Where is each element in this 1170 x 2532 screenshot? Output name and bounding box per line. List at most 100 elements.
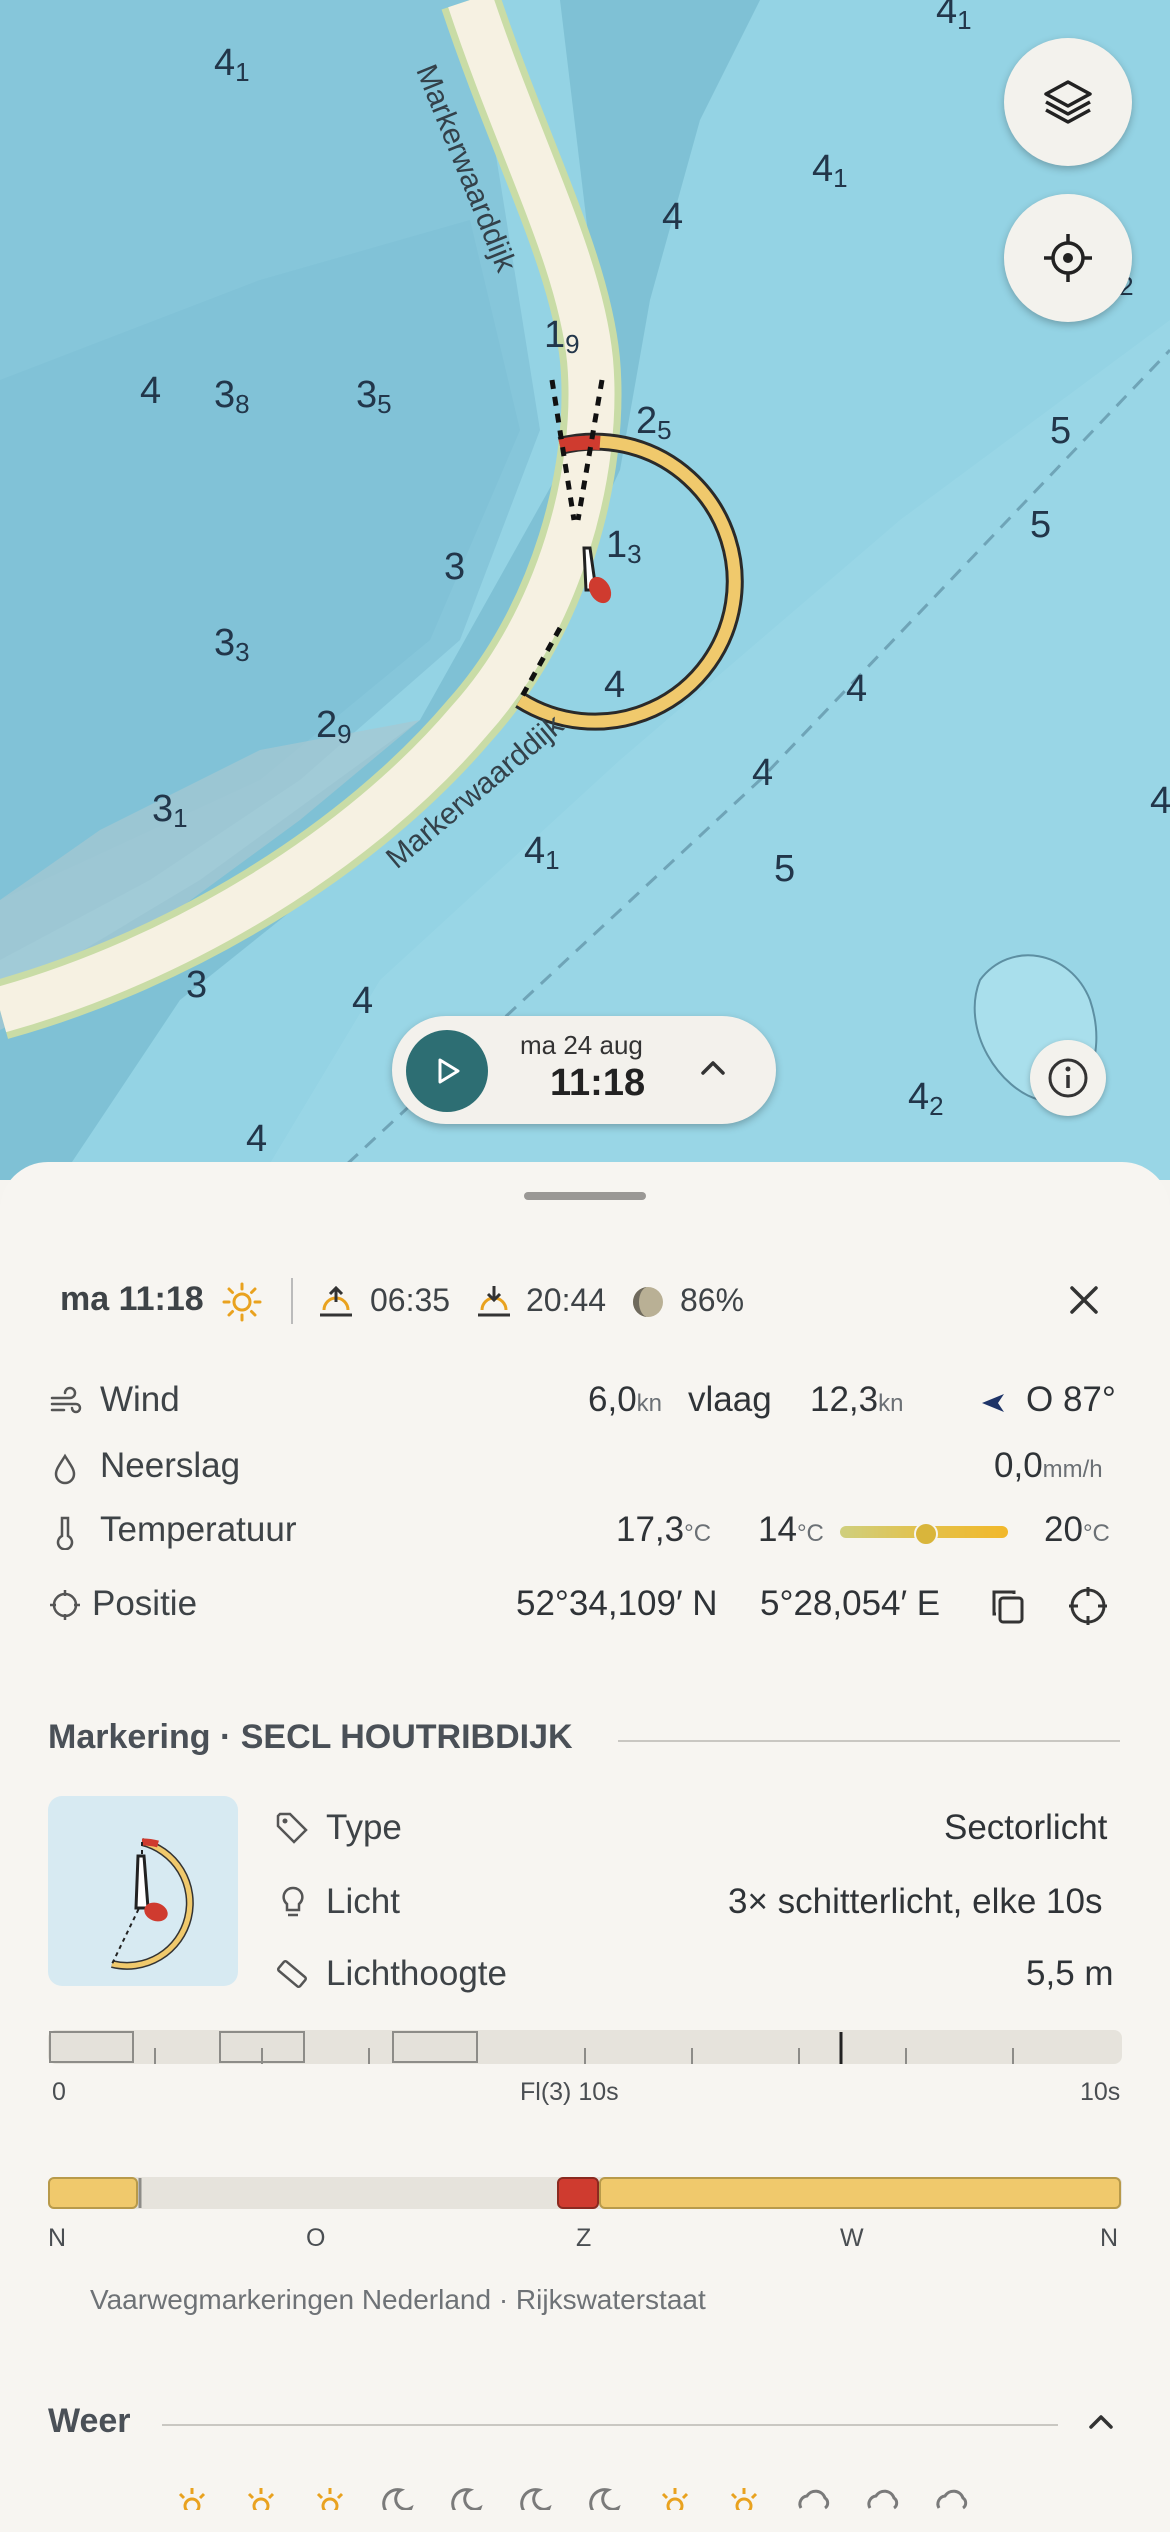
- marker-thumbnail: [48, 1796, 238, 1986]
- depth-sounding: 41: [936, 0, 972, 35]
- marker-section-title: Markering · SECL HOUTRIBDIJK: [48, 1718, 573, 1756]
- compass-label: O: [306, 2224, 326, 2252]
- position-lat: 52°34,109′ N: [516, 1584, 718, 1623]
- header-divider: [291, 1278, 293, 1324]
- tag-icon: [276, 1812, 308, 1844]
- depth-sounding: 4: [662, 196, 684, 238]
- depth-sounding: 4: [846, 668, 868, 710]
- header-time: ma 11:18: [60, 1280, 204, 1318]
- light-character-timeline: [48, 2030, 1122, 2064]
- depth-sounding: 13: [606, 524, 642, 569]
- marker-height-value: 5,5 m: [1026, 1954, 1114, 1993]
- depth-sounding: 41: [524, 830, 560, 875]
- wind-label: Wind: [100, 1380, 180, 1419]
- moon-illumination: 86%: [680, 1282, 745, 1318]
- map-canvas[interactable]: [0, 0, 1170, 1182]
- layers-button[interactable]: [1004, 38, 1132, 166]
- layers-icon: [1044, 80, 1092, 124]
- nautical-map[interactable]: Markerwaarddijk Markerwaarddijk 41414144…: [0, 0, 1170, 1182]
- sun-icon: [178, 2488, 206, 2510]
- timeline-mid-label: Fl(3) 10s: [520, 2078, 619, 2106]
- sunrise-icon: [320, 1285, 352, 1317]
- temp-value: 17,3°C: [616, 1510, 712, 1549]
- crosshair-icon: [1044, 234, 1092, 282]
- sun-icon: [316, 2488, 344, 2510]
- temp-current-marker: [914, 1522, 938, 1546]
- center-on-position-icon[interactable]: [1066, 1584, 1110, 1628]
- time-playback-bar[interactable]: ma 24 aug 11:18: [392, 1016, 776, 1124]
- chevron-up-icon[interactable]: [1086, 2410, 1116, 2434]
- copy-icon[interactable]: [986, 1584, 1030, 1628]
- weather-section-title: Weer: [48, 2402, 131, 2440]
- moon-icon: [520, 2488, 552, 2510]
- depth-sounding: 19: [544, 314, 580, 359]
- temp-min: 14°C: [758, 1510, 824, 1549]
- depth-sounding: 4: [752, 752, 774, 794]
- temp-max: 20°C: [1044, 1510, 1110, 1549]
- ruler-icon: [276, 1959, 308, 1989]
- sun-icon: [661, 2488, 689, 2510]
- play-button[interactable]: [406, 1030, 488, 1112]
- cloud-icon: [936, 2489, 968, 2510]
- weather-icon-strip: [170, 2480, 1000, 2510]
- wind-icon: [50, 1386, 82, 1414]
- depth-sounding: 4: [246, 1118, 268, 1160]
- depth-sounding: 33: [214, 622, 250, 667]
- wind-direction: O 87°: [1026, 1380, 1116, 1419]
- sun-icon: [247, 2488, 275, 2510]
- moon-icon: [382, 2488, 414, 2510]
- timebar-date: ma 24 aug: [520, 1030, 643, 1060]
- depth-sounding: 31: [152, 788, 188, 833]
- marker-source: Vaarwegmarkeringen Nederland · Rijkswate…: [90, 2284, 706, 2315]
- thermometer-icon: [56, 1516, 74, 1550]
- rain-label: Neerslag: [100, 1446, 241, 1485]
- sheet-drag-handle[interactable]: [524, 1192, 646, 1200]
- moon-icon: [451, 2488, 483, 2510]
- temp-label: Temperatuur: [100, 1510, 297, 1549]
- moon-icon: [589, 2488, 621, 2510]
- compass-label: Z: [576, 2224, 592, 2252]
- marker-light-value: 3× schitterlicht, elke 10s: [728, 1882, 1103, 1921]
- depth-sounding: 42: [908, 1076, 944, 1121]
- info-icon: [1048, 1058, 1088, 1098]
- moon-icon: [633, 1287, 663, 1317]
- locate-button[interactable]: [1004, 194, 1132, 322]
- info-button[interactable]: [1030, 1040, 1106, 1116]
- play-icon: [438, 1058, 460, 1084]
- depth-sounding: 3: [186, 964, 208, 1006]
- sun-icon: [730, 2488, 758, 2510]
- chevron-up-icon[interactable]: [698, 1056, 728, 1080]
- compass-label: N: [48, 2224, 67, 2252]
- depth-sounding: 4: [604, 664, 626, 706]
- compass-label: W: [840, 2224, 864, 2252]
- marker-type-value: Sectorlicht: [944, 1808, 1108, 1847]
- cloud-icon: [867, 2489, 899, 2510]
- marker-height-label: Lichthoogte: [326, 1954, 507, 1993]
- detail-sheet: ma 11:18 06:35 20:44 86% Wind 6,0kn vlaa…: [0, 1162, 1170, 2532]
- sunrise-time: 06:35: [370, 1282, 451, 1318]
- timebar-time: 11:18: [550, 1062, 646, 1104]
- wind-direction-arrow-icon: [982, 1394, 1004, 1412]
- depth-sounding: 4: [352, 980, 374, 1022]
- depth-sounding: 41: [812, 148, 848, 193]
- wind-gust: 12,3kn: [810, 1380, 904, 1419]
- timeline-end-label: 10s: [1080, 2078, 1121, 2106]
- sunset-time: 20:44: [526, 1282, 607, 1318]
- depth-sounding: 5: [1050, 410, 1072, 452]
- timeline-start-label: 0: [52, 2078, 66, 2106]
- cloud-icon: [798, 2489, 830, 2510]
- sunset-icon: [478, 1286, 510, 1317]
- depth-sounding: 29: [316, 704, 352, 749]
- raindrop-icon: [54, 1453, 76, 1485]
- sector-bar: [48, 2177, 1122, 2209]
- close-icon[interactable]: [1064, 1280, 1104, 1320]
- position-lon: 5°28,054′ E: [760, 1584, 941, 1623]
- wind-speed: 6,0kn: [588, 1380, 663, 1419]
- depth-sounding: 3: [444, 546, 466, 588]
- sector-light-thumbnail-icon: [111, 1838, 194, 1970]
- position-icon: [50, 1590, 80, 1620]
- marker-light-label: Licht: [326, 1882, 400, 1921]
- depth-sounding: 25: [636, 400, 672, 445]
- depth-sounding: 4: [1150, 780, 1170, 822]
- rain-value: 0,0mm/h: [994, 1446, 1103, 1485]
